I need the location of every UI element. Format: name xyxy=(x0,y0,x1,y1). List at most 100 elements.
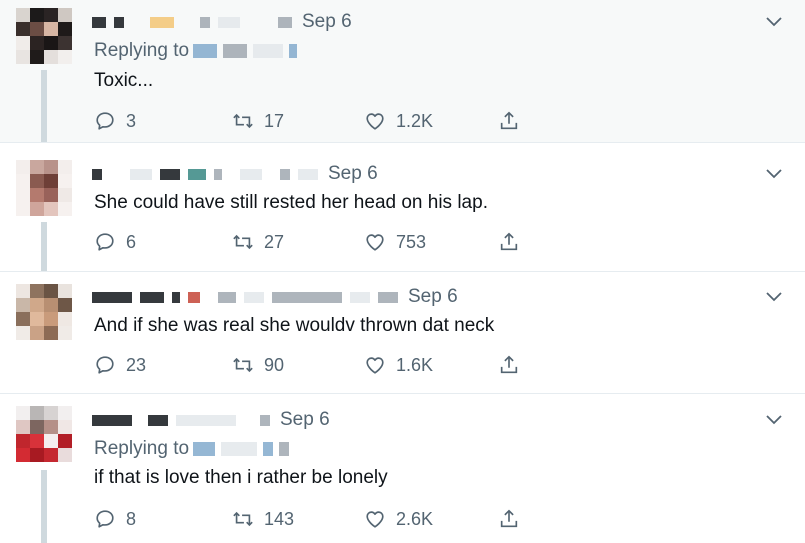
handle-redacted xyxy=(240,168,262,180)
share-icon xyxy=(498,110,520,132)
like-button[interactable]: 753 xyxy=(364,229,426,255)
like-count: 1.2K xyxy=(396,110,434,131)
replying-to-label: Replying to xyxy=(94,438,190,459)
reply-count: 3 xyxy=(126,110,137,131)
display-name-redacted xyxy=(114,16,124,28)
tweet-date[interactable]: Sep 6 xyxy=(302,11,352,33)
tweet-date[interactable]: Sep 6 xyxy=(408,286,458,308)
display-name-redacted xyxy=(92,291,132,303)
replying-to: Replying to xyxy=(94,438,295,460)
like-button[interactable]: 1.2K xyxy=(364,108,433,134)
tweet-date[interactable]: Sep 6 xyxy=(280,409,330,431)
replied-handle-redacted[interactable] xyxy=(193,442,216,456)
reply-count: 23 xyxy=(126,354,147,375)
tweet-actions: 6 27 753 xyxy=(94,229,534,255)
like-count: 1.6K xyxy=(396,354,434,375)
display-name-redacted xyxy=(130,168,152,180)
tweet-text: She could have still rested her head on … xyxy=(94,192,488,213)
handle-redacted xyxy=(260,414,270,426)
handle-redacted xyxy=(278,16,292,28)
reply-count: 8 xyxy=(126,508,137,529)
replying-to: Replying to xyxy=(94,40,303,62)
chevron-down-icon[interactable] xyxy=(765,16,783,28)
divider xyxy=(0,142,805,143)
replied-handle-redacted[interactable] xyxy=(253,44,284,58)
reply-count: 6 xyxy=(126,231,137,252)
retweet-button[interactable]: 90 xyxy=(232,352,284,378)
replied-handle-redacted[interactable] xyxy=(289,44,298,58)
avatar[interactable] xyxy=(16,284,72,340)
share-button[interactable] xyxy=(498,352,530,378)
chevron-down-icon[interactable] xyxy=(765,414,783,426)
retweet-count: 17 xyxy=(264,110,285,131)
display-name-redacted xyxy=(218,291,236,303)
retweet-icon xyxy=(232,354,254,376)
reply-icon xyxy=(94,110,116,132)
like-count: 2.6K xyxy=(396,508,434,529)
retweet-button[interactable]: 17 xyxy=(232,108,284,134)
share-button[interactable] xyxy=(498,229,530,255)
display-name-redacted xyxy=(188,168,206,180)
share-button[interactable] xyxy=(498,506,530,532)
reply-button[interactable]: 8 xyxy=(94,506,136,532)
retweet-icon xyxy=(232,231,254,253)
tweet-header: Sep 6 xyxy=(92,163,378,185)
handle-redacted xyxy=(200,16,210,28)
like-button[interactable]: 2.6K xyxy=(364,506,433,532)
handle-redacted xyxy=(272,291,342,303)
replying-to-label: Replying to xyxy=(94,40,190,61)
handle-redacted xyxy=(378,291,398,303)
reply-button[interactable]: 6 xyxy=(94,229,136,255)
share-button[interactable] xyxy=(498,108,530,134)
replied-handle-redacted[interactable] xyxy=(279,442,290,456)
display-name-redacted xyxy=(172,291,180,303)
reply-button[interactable]: 23 xyxy=(94,352,146,378)
chevron-down-icon[interactable] xyxy=(765,291,783,303)
handle-redacted xyxy=(244,291,264,303)
handle-redacted xyxy=(218,16,240,28)
display-name-redacted xyxy=(160,168,180,180)
handle-redacted xyxy=(176,414,236,426)
display-name-redacted xyxy=(148,414,168,426)
retweet-button[interactable]: 27 xyxy=(232,229,284,255)
share-icon xyxy=(498,354,520,376)
tweet-header: Sep 6 xyxy=(92,11,352,33)
retweet-icon xyxy=(232,508,254,530)
divider xyxy=(0,393,805,394)
tweet-text: Toxic... xyxy=(94,70,154,91)
thread-line xyxy=(41,222,47,272)
handle-redacted xyxy=(280,168,290,180)
avatar[interactable] xyxy=(16,8,72,64)
retweet-count: 90 xyxy=(264,354,285,375)
replied-handle-redacted[interactable] xyxy=(221,442,258,456)
thread-line xyxy=(41,70,47,142)
reply-icon xyxy=(94,508,116,530)
tweet-date[interactable]: Sep 6 xyxy=(328,163,378,185)
handle-redacted xyxy=(214,168,222,180)
handle-redacted xyxy=(350,291,370,303)
reply-button[interactable]: 3 xyxy=(94,108,136,134)
chevron-down-icon[interactable] xyxy=(765,168,783,180)
tweet-header: Sep 6 xyxy=(92,286,458,308)
tweet-header: Sep 6 xyxy=(92,409,330,431)
share-icon xyxy=(498,231,520,253)
like-button[interactable]: 1.6K xyxy=(364,352,433,378)
divider xyxy=(0,271,805,272)
replied-handle-redacted[interactable] xyxy=(263,442,274,456)
avatar[interactable] xyxy=(16,160,72,216)
like-count: 753 xyxy=(396,231,427,252)
display-name-redacted xyxy=(140,291,164,303)
replied-handle-redacted[interactable] xyxy=(223,44,248,58)
tweet-actions: 8 143 2.6K xyxy=(94,506,534,532)
replied-handle-redacted[interactable] xyxy=(193,44,218,58)
display-name-redacted xyxy=(92,168,102,180)
display-name-redacted xyxy=(188,291,200,303)
share-icon xyxy=(498,508,520,530)
display-name-redacted xyxy=(92,16,106,28)
handle-redacted xyxy=(298,168,318,180)
avatar[interactable] xyxy=(16,406,72,462)
reply-icon xyxy=(94,231,116,253)
reply-icon xyxy=(94,354,116,376)
heart-icon xyxy=(364,110,386,132)
retweet-button[interactable]: 143 xyxy=(232,506,294,532)
